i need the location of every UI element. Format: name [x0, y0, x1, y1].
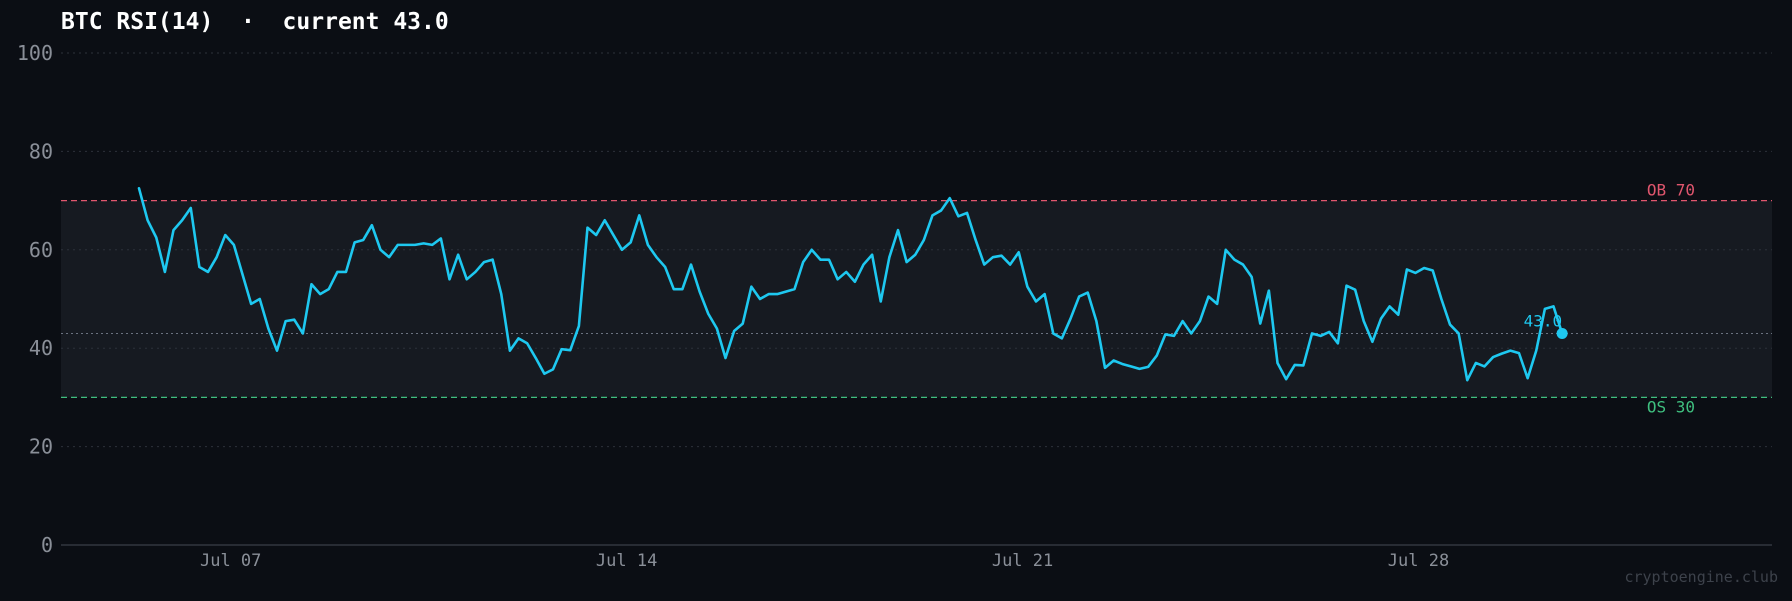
y-tick-label: 80: [29, 139, 53, 163]
oversold-label: OS 30: [1647, 397, 1695, 416]
x-tick-label: Jul 28: [1388, 551, 1449, 571]
y-tick-label: 0: [41, 533, 53, 557]
overbought-label: OB 70: [1647, 181, 1695, 200]
current-value-label: 43.0: [1524, 311, 1563, 330]
y-tick-label: 100: [17, 41, 53, 65]
watermark: cryptoengine.club: [1624, 568, 1778, 586]
rsi-chart: 0 20 40 60 80 100 Jul 07 Jul 14 Jul 21 Jul 28 OB 7…: [17, 41, 1778, 586]
neutral-zone-band: [61, 200, 1772, 398]
x-tick-label: Jul 07: [200, 551, 261, 571]
y-tick-label: 40: [29, 336, 53, 360]
x-tick-label: Jul 21: [992, 551, 1053, 571]
y-tick-label: 20: [29, 435, 53, 459]
y-tick-label: 60: [29, 238, 53, 262]
x-tick-label: Jul 14: [596, 551, 657, 571]
